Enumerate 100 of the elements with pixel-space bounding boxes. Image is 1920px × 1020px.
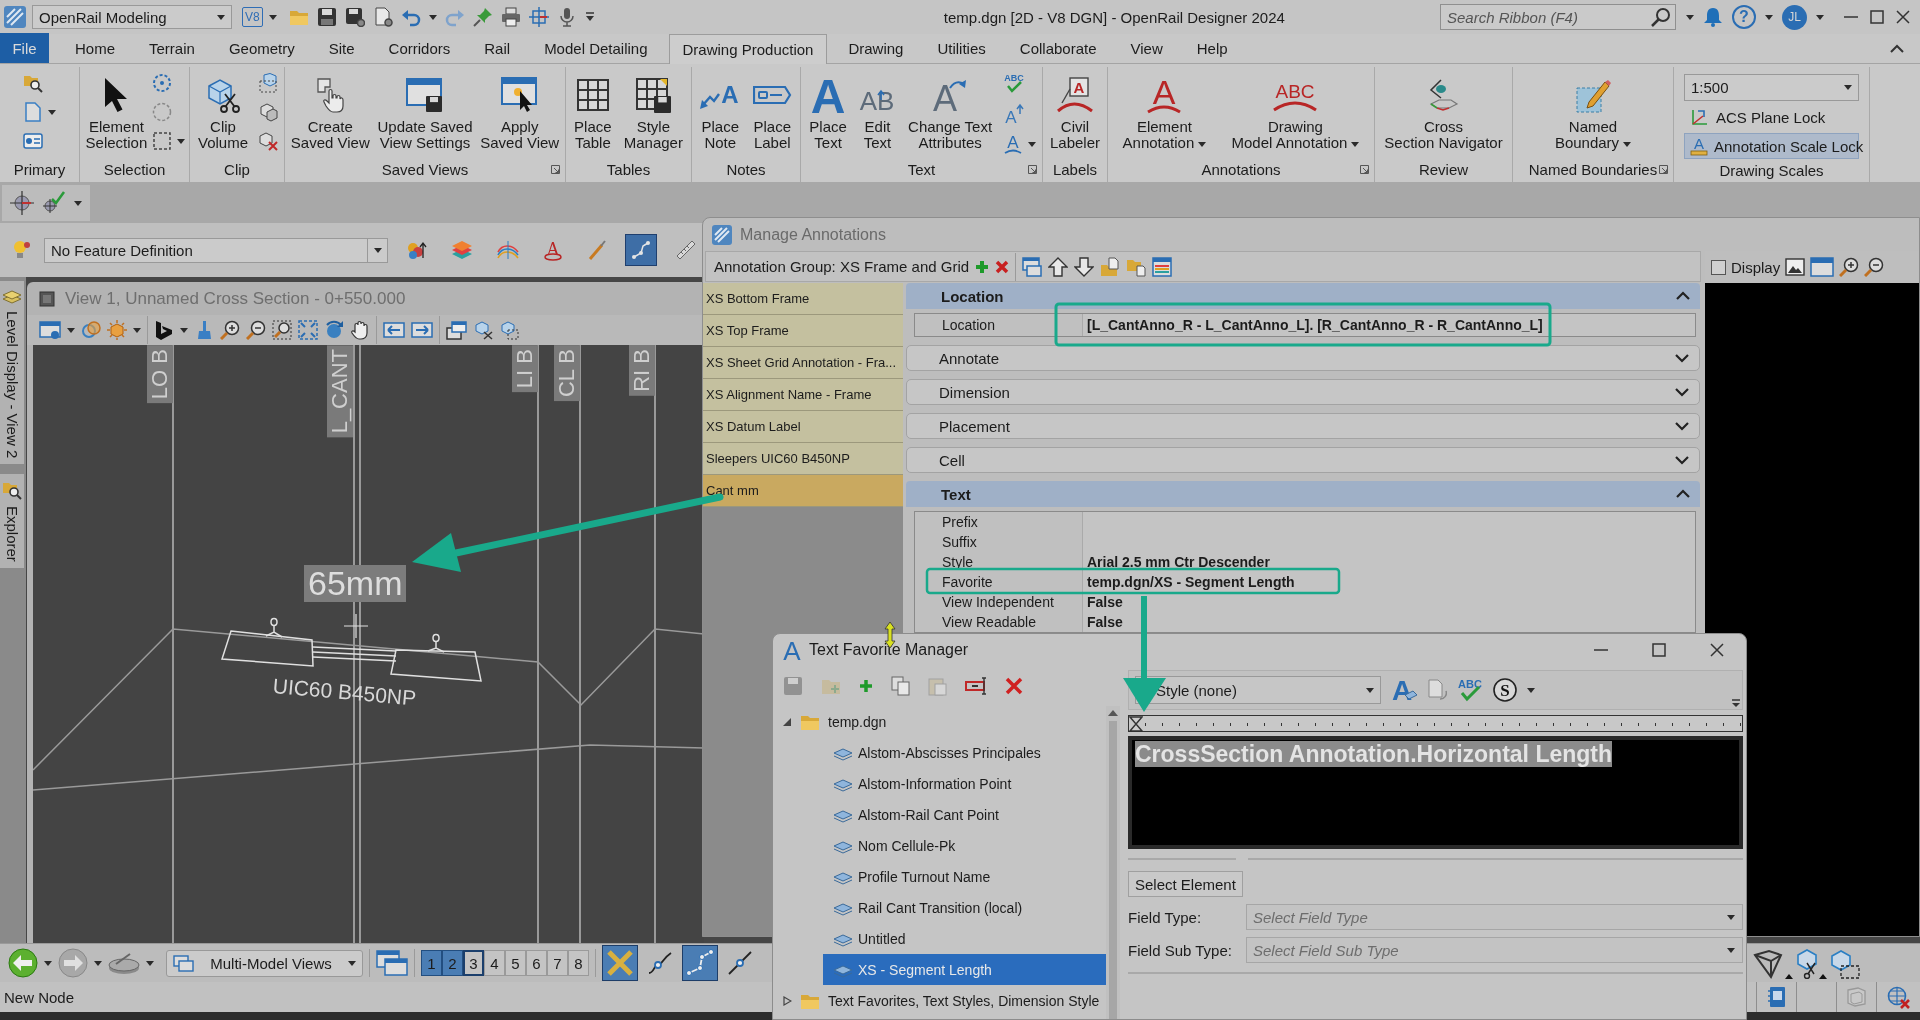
- caret-icon[interactable]: [1027, 141, 1036, 147]
- ribbon-button[interactable]: Element Selection: [83, 71, 150, 151]
- caret-icon[interactable]: [428, 14, 437, 20]
- cube-clip-icon[interactable]: [258, 73, 278, 93]
- chevron-down-icon[interactable]: [1675, 387, 1689, 397]
- chevron-up-icon[interactable]: [1676, 489, 1690, 499]
- chevron-up-icon[interactable]: [1676, 291, 1690, 301]
- ribbon-tab[interactable]: Geometry: [211, 34, 312, 63]
- ribbon-button[interactable]: A Element Annotation: [1120, 71, 1209, 151]
- pin-icon[interactable]: [472, 7, 493, 27]
- target-icon[interactable]: [528, 7, 549, 27]
- ribbon-button[interactable]: Apply Saved View: [478, 71, 562, 151]
- section-header[interactable]: Cell: [906, 447, 1700, 473]
- list-item[interactable]: XS Bottom Frame: [703, 283, 903, 315]
- ribbon-button[interactable]: A Place Note: [698, 71, 743, 151]
- ribbon-button[interactable]: Update Saved View Settings: [375, 71, 475, 151]
- view-window-icon[interactable]: [39, 290, 55, 307]
- point-line-icon[interactable]: [631, 240, 651, 260]
- window-floppy-icon[interactable]: [406, 77, 444, 113]
- tree-item[interactable]: Text Favorites, Text Styles, Dimension Style: [773, 985, 1106, 1016]
- folder-search-icon[interactable]: [2, 480, 22, 501]
- ribbon-button[interactable]: Place Table: [572, 71, 614, 151]
- view-number-button[interactable]: 5: [505, 950, 526, 976]
- tree-item[interactable]: Alstom-Information Point: [823, 768, 1106, 799]
- customize-icon[interactable]: [584, 12, 595, 22]
- view-number-button[interactable]: 1: [421, 950, 442, 976]
- tree-item[interactable]: Alstom-Abscisses Principales: [823, 737, 1106, 768]
- layers-icon[interactable]: [451, 240, 473, 260]
- caret-icon[interactable]: [1765, 14, 1773, 20]
- scrollbar[interactable]: [1106, 706, 1120, 1019]
- wire-cube-icon[interactable]: [1753, 948, 1783, 979]
- display-checkbox[interactable]: [1711, 259, 1726, 275]
- ruler-icon[interactable]: [675, 239, 697, 261]
- app-logo-icon[interactable]: [4, 6, 26, 28]
- ribbon-button[interactable]: Style Manager: [621, 71, 685, 151]
- maximize-icon[interactable]: [1870, 10, 1884, 24]
- view-group-dropdown[interactable]: Multi-Model Views: [166, 949, 363, 977]
- dialog-launcher-icon[interactable]: [551, 165, 560, 174]
- section-header[interactable]: Dimension: [906, 379, 1700, 405]
- triangle-icon[interactable]: [783, 995, 792, 1006]
- rotate-view-icon[interactable]: [324, 320, 344, 340]
- ribbon-tab[interactable]: Collaborate: [1002, 34, 1114, 63]
- grid-floppy-icon[interactable]: [635, 77, 671, 113]
- close-icon[interactable]: [1896, 10, 1910, 24]
- dashed-circle-icon[interactable]: [152, 73, 173, 93]
- zoom-window-icon[interactable]: [272, 320, 292, 340]
- ribbon-tab[interactable]: Site: [311, 34, 372, 63]
- ribbon-tab[interactable]: Help: [1179, 34, 1245, 63]
- zoom-in-icon[interactable]: [1839, 257, 1860, 277]
- section-header[interactable]: Placement: [906, 413, 1700, 439]
- cascade-windows-icon[interactable]: [376, 950, 408, 976]
- list-item[interactable]: Sleepers UIC60 B450NP: [703, 443, 903, 475]
- view-number-button[interactable]: 8: [568, 950, 589, 976]
- ribbon-button[interactable]: AB Edit Text: [857, 71, 898, 151]
- list-item[interactable]: XS Alignment Name - Frame: [703, 379, 903, 411]
- ribbon-button[interactable]: Named Boundary: [1552, 71, 1634, 151]
- cubes-icon[interactable]: [258, 102, 278, 122]
- printer-icon[interactable]: [500, 7, 521, 27]
- ribbon-button[interactable]: ABC Drawing Model Annotation: [1229, 71, 1362, 151]
- search-folder-icon[interactable]: [23, 73, 43, 93]
- target-check-icon[interactable]: [42, 191, 66, 215]
- caret-icon[interactable]: [177, 138, 186, 144]
- color-bands-icon[interactable]: [1152, 256, 1173, 277]
- arrow-down-icon[interactable]: [1074, 256, 1095, 277]
- window-cursor-icon[interactable]: [501, 77, 539, 113]
- contacts-book-icon[interactable]: [1767, 986, 1786, 1008]
- view-number-button[interactable]: 2: [442, 950, 463, 976]
- close-icon[interactable]: [1710, 643, 1724, 657]
- ribbon-button[interactable]: Place Label: [750, 71, 794, 151]
- field-dropdown[interactable]: Select Field Type: [1246, 904, 1743, 930]
- cube-delete-icon[interactable]: [258, 131, 278, 151]
- tree-item[interactable]: Untitled: [823, 923, 1106, 954]
- document-gear-icon[interactable]: [372, 7, 393, 27]
- maximize-icon[interactable]: [1652, 643, 1666, 657]
- caret-icon[interactable]: [268, 14, 277, 20]
- scale-dropdown[interactable]: 1:500: [1684, 74, 1859, 101]
- cube-scissors-icon[interactable]: [206, 77, 240, 113]
- profile-lines-icon[interactable]: [497, 240, 519, 260]
- document-icon[interactable]: [23, 102, 43, 122]
- window-import-icon[interactable]: [1022, 256, 1043, 277]
- dialog-launcher-icon[interactable]: [1028, 165, 1037, 174]
- view-number-button[interactable]: 6: [526, 950, 547, 976]
- ribbon-tab[interactable]: Rail: [467, 34, 528, 63]
- save-icon[interactable]: [316, 7, 337, 27]
- feature-definition-dropdown[interactable]: No Feature Definition: [44, 237, 388, 263]
- caret-icon[interactable]: [74, 200, 82, 206]
- zoom-out-icon[interactable]: [246, 320, 266, 340]
- arrow-up-icon[interactable]: [1048, 256, 1069, 277]
- tree-item[interactable]: XS - Segment Length: [823, 954, 1106, 985]
- search-icon[interactable]: [1651, 7, 1671, 27]
- user-avatar[interactable]: JL: [1782, 4, 1807, 30]
- symbol-circle-icon[interactable]: S: [1493, 678, 1517, 702]
- view-number-button[interactable]: 3: [463, 950, 484, 976]
- list-item[interactable]: XS Sheet Grid Annotation - Fra...: [703, 347, 903, 379]
- logo-icon[interactable]: [154, 320, 174, 340]
- fit-view-icon[interactable]: [298, 320, 318, 340]
- caret-icon[interactable]: [146, 960, 154, 966]
- side-tab[interactable]: Explorer: [0, 474, 24, 569]
- id-card-icon[interactable]: [23, 131, 43, 151]
- plane-axes-icon[interactable]: [1690, 107, 1710, 127]
